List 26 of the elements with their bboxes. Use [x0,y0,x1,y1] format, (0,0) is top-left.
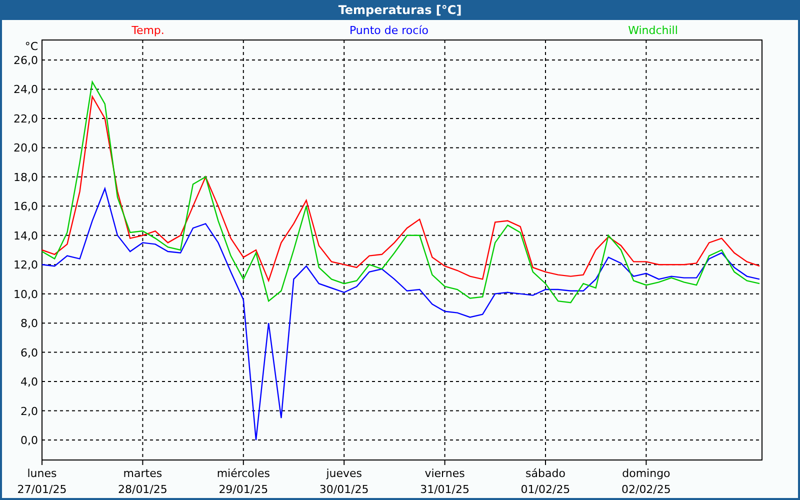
tick-label: martes 28/01/25 [118,467,168,496]
tick-label: 4,0 [20,376,38,389]
window-title: Temperaturas [°C] [2,0,798,20]
legend-label: Punto de rocío [350,24,428,37]
tick-label: sábado 01/02/25 [520,467,570,496]
tick-label: miércoles 29/01/25 [216,467,270,496]
tick-label: 2,0 [20,404,38,418]
tick-label: 16,0 [14,200,38,214]
y-axis-unit: °C [24,40,38,53]
tick-label: 12,0 [14,258,38,272]
tick-label: 20,0 [14,142,38,155]
legend-label: Windchill [628,24,678,37]
tick-label: 0,0 [20,434,38,447]
tick-label: 10,0 [14,288,38,301]
tick-label: domingo 02/02/25 [622,467,671,496]
tick-label: 24,0 [14,83,38,96]
tick-label: viernes 31/01/25 [420,467,470,496]
tick-label: jueves 30/01/25 [319,467,369,496]
tick-label: 26,0 [14,54,38,68]
tick-label: 8,0 [20,317,38,330]
tick-label: lunes 27/01/25 [17,467,67,496]
tick-label: 6,0 [20,346,38,360]
tick-label: 14,0 [14,229,38,242]
tick-label: 18,0 [14,170,38,184]
tick-label: 22,0 [14,112,38,126]
legend-label: Temp. [132,24,164,37]
